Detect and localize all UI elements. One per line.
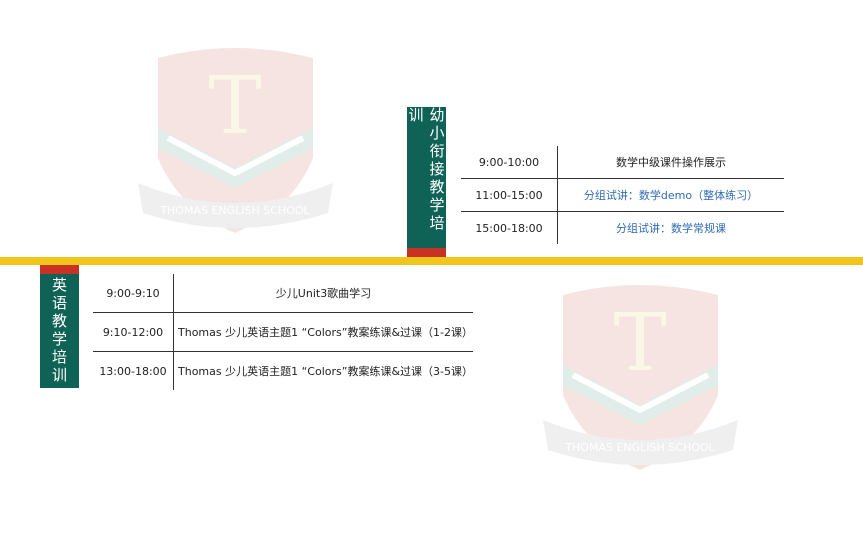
section-title-english-label: 英语教学培训 — [50, 277, 68, 385]
topic-cell: Thomas 少儿英语主题1 “Colors”教案练课&过课（3-5课） — [173, 351, 473, 390]
table-row: 9:00-10:00 数学中级课件操作展示 — [461, 146, 784, 179]
time-cell: 15:00-18:00 — [461, 211, 558, 244]
time-cell: 9:00-10:00 — [461, 146, 558, 179]
english-schedule-table: 9:00-9:10 少儿Unit3歌曲学习 9:10-12:00 Thomas … — [93, 274, 473, 390]
section-title-math-label: 幼小衔接教学培训 — [406, 107, 446, 233]
school-crest-watermark: T THOMAS ENGLISH SCHOOL — [133, 38, 338, 238]
svg-text:T: T — [208, 59, 261, 152]
topic-cell: 分组试讲：数学常规课 — [557, 211, 784, 244]
svg-text:THOMAS ENGLISH SCHOOL: THOMAS ENGLISH SCHOOL — [564, 441, 715, 454]
time-cell: 9:10-12:00 — [93, 312, 174, 352]
topic-cell: 分组试讲：数学demo（整体练习） — [557, 178, 784, 212]
table-row: 9:00-9:10 少儿Unit3歌曲学习 — [93, 274, 473, 313]
section-title-english-accent — [40, 265, 79, 274]
topic-cell: 少儿Unit3歌曲学习 — [275, 287, 372, 300]
school-crest-watermark: T THOMAS ENGLISH SCHOOL — [538, 275, 743, 475]
time-cell: 13:00-18:00 — [93, 351, 174, 390]
section-title-math: 幼小衔接教学培训 — [407, 107, 446, 248]
section-divider-band — [0, 257, 863, 265]
topic-cell: Thomas 少儿英语主题1 “Colors”教案练课&过课（1-2课） — [173, 312, 473, 352]
table-row: 13:00-18:00 Thomas 少儿英语主题1 “Colors”教案练课&… — [93, 351, 473, 390]
time-cell: 9:00-9:10 — [93, 274, 174, 313]
section-title-math-accent — [407, 248, 446, 257]
table-row: 11:00-15:00 分组试讲：数学demo（整体练习） — [461, 178, 784, 212]
math-schedule-table: 9:00-10:00 数学中级课件操作展示 11:00-15:00 分组试讲：数… — [461, 146, 784, 244]
svg-text:T: T — [613, 296, 666, 389]
svg-text:THOMAS ENGLISH SCHOOL: THOMAS ENGLISH SCHOOL — [159, 204, 310, 217]
table-row: 15:00-18:00 分组试讲：数学常规课 — [461, 211, 784, 244]
time-cell: 11:00-15:00 — [461, 178, 558, 212]
section-title-english: 英语教学培训 — [40, 274, 79, 388]
topic-cell: 数学中级课件操作展示 — [616, 156, 726, 169]
table-row: 9:10-12:00 Thomas 少儿英语主题1 “Colors”教案练课&过… — [93, 312, 473, 352]
